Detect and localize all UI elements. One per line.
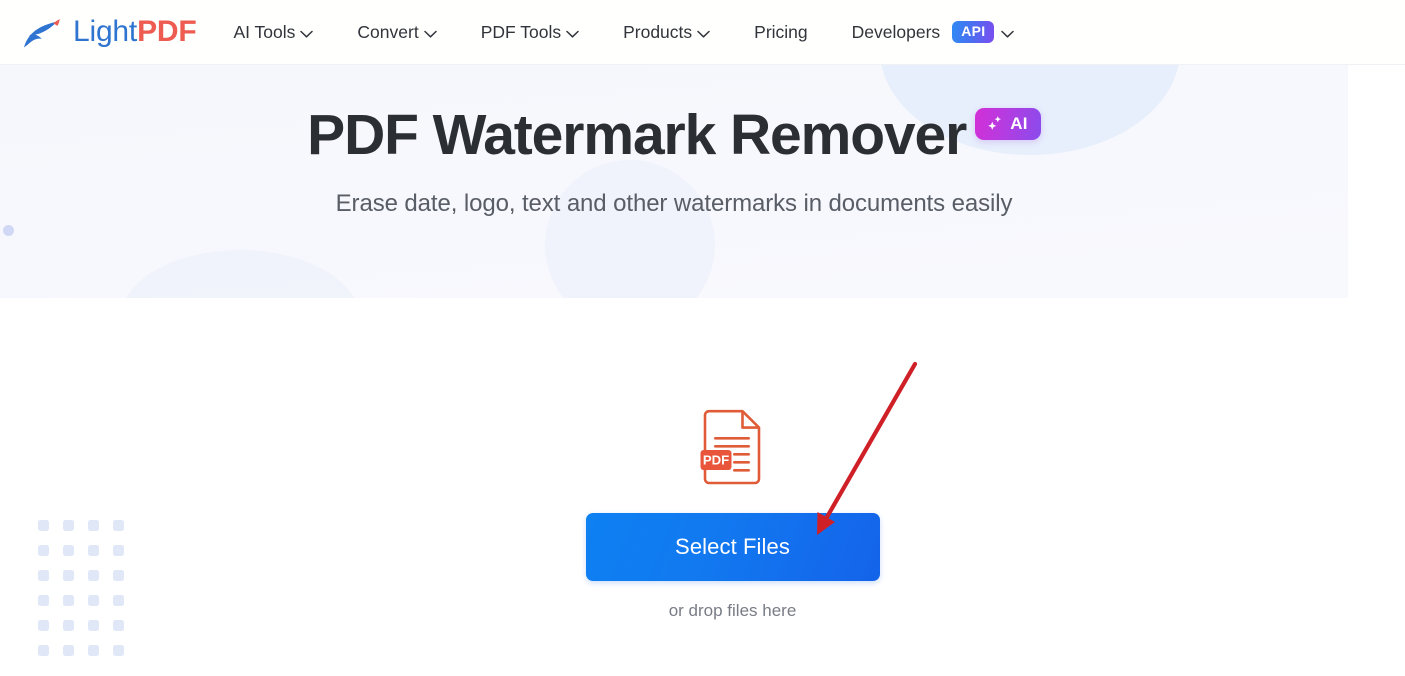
page-right-gutter xyxy=(1348,65,1405,298)
svg-text:PDF: PDF xyxy=(702,452,728,467)
site-header: LightPDF AI Tools Convert PDF Tools Prod… xyxy=(0,0,1405,65)
nav-label-developers: Developers xyxy=(851,22,941,42)
ai-badge-label: AI xyxy=(1010,114,1028,133)
dot-grid-decoration xyxy=(38,520,124,676)
decorative-blob xyxy=(120,250,360,298)
site-logo[interactable]: LightPDF xyxy=(20,14,197,50)
chevron-down-icon xyxy=(423,0,437,64)
chevron-down-icon xyxy=(300,0,314,64)
decorative-dot xyxy=(3,225,14,236)
select-files-button[interactable]: Select Files xyxy=(585,513,880,581)
logo-wordmark: LightPDF xyxy=(73,15,197,48)
nav-label-ai-tools: AI Tools xyxy=(233,22,296,42)
logo-word-light: Light xyxy=(73,15,138,48)
upload-dropzone[interactable]: PDF Select Files or drop files here xyxy=(118,298,1347,676)
nav-item-pricing[interactable]: Pricing xyxy=(732,0,830,64)
main-navigation: AI Tools Convert PDF Tools Products Pric… xyxy=(233,0,1036,64)
nav-item-products[interactable]: Products xyxy=(601,0,732,64)
chevron-down-icon xyxy=(697,0,710,64)
logo-word-pdf: PDF xyxy=(137,15,197,48)
lightpdf-bird-logo-icon xyxy=(20,14,64,50)
chevron-down-icon xyxy=(1001,0,1015,64)
nav-label-products: Products xyxy=(623,22,693,42)
drop-files-hint: or drop files here xyxy=(668,601,797,620)
hero-title-row: PDF Watermark Remover AI xyxy=(0,103,1348,167)
page-title: PDF Watermark Remover xyxy=(307,103,967,167)
page-subtitle: Erase date, logo, text and other waterma… xyxy=(335,189,1013,217)
api-badge: API xyxy=(952,21,995,43)
pdf-file-icon: PDF xyxy=(700,298,766,486)
nav-label-pdf-tools: PDF Tools xyxy=(480,22,562,42)
nav-label-pricing: Pricing xyxy=(754,22,808,42)
nav-item-pdf-tools[interactable]: PDF Tools xyxy=(459,0,601,64)
ai-badge: AI xyxy=(975,108,1041,140)
upload-card: PDF Select Files or drop files here xyxy=(118,298,1405,676)
nav-label-convert: Convert xyxy=(357,22,419,42)
nav-item-ai-tools[interactable]: AI Tools xyxy=(233,0,335,64)
nav-item-convert[interactable]: Convert xyxy=(335,0,458,64)
sparkle-icon xyxy=(986,114,1005,133)
hero-content: PDF Watermark Remover AI Erase date, log… xyxy=(0,103,1348,219)
nav-item-developers[interactable]: Developers API xyxy=(830,0,1037,64)
hero-section: PDF Watermark Remover AI Erase date, log… xyxy=(0,65,1348,298)
page-root: LightPDF AI Tools Convert PDF Tools Prod… xyxy=(0,0,1405,676)
chevron-down-icon xyxy=(566,0,579,64)
